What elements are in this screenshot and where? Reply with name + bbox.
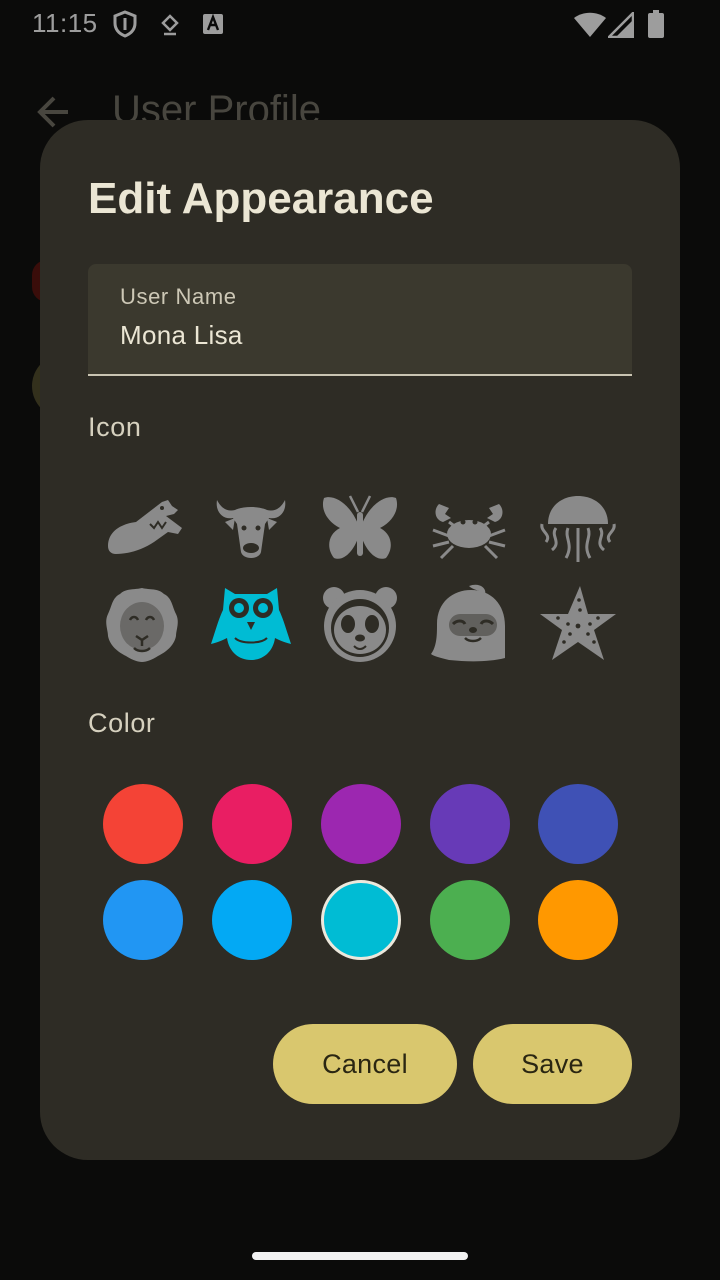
butterfly-icon[interactable] xyxy=(320,488,400,568)
color-swatch-orange[interactable] xyxy=(538,880,618,960)
save-button[interactable]: Save xyxy=(473,1024,632,1104)
color-swatch-pink[interactable] xyxy=(212,784,292,864)
color-swatch-light-blue[interactable] xyxy=(212,880,292,960)
crocodile-icon[interactable] xyxy=(102,488,182,568)
color-section-label: Color xyxy=(88,708,156,738)
crab-icon[interactable] xyxy=(429,488,509,568)
sloth-icon[interactable] xyxy=(429,584,509,664)
owl-icon[interactable] xyxy=(211,584,291,664)
dialog-title: Edit Appearance xyxy=(88,174,434,223)
color-swatch-blue[interactable] xyxy=(103,880,183,960)
jellyfish-icon[interactable] xyxy=(538,488,618,568)
starfish-icon[interactable] xyxy=(538,584,618,664)
color-swatch-purple[interactable] xyxy=(321,784,401,864)
icon-section-label: Icon xyxy=(88,412,142,442)
color-swatch-cyan[interactable] xyxy=(321,880,401,960)
user-name-input[interactable]: Mona Lisa xyxy=(120,320,243,351)
color-swatch-red[interactable] xyxy=(103,784,183,864)
cancel-button[interactable]: Cancel xyxy=(273,1024,457,1104)
user-name-field[interactable]: User Name Mona Lisa xyxy=(88,264,632,376)
gesture-nav-handle[interactable] xyxy=(252,1252,468,1260)
lion-icon[interactable] xyxy=(102,584,182,664)
color-swatch-deep-purple[interactable] xyxy=(430,784,510,864)
panda-icon[interactable] xyxy=(320,584,400,664)
color-swatch-green[interactable] xyxy=(430,880,510,960)
bull-icon[interactable] xyxy=(211,488,291,568)
color-swatch-indigo[interactable] xyxy=(538,784,618,864)
edit-appearance-dialog: Edit Appearance User Name Mona Lisa Icon xyxy=(40,120,680,1160)
user-name-label: User Name xyxy=(120,284,237,309)
